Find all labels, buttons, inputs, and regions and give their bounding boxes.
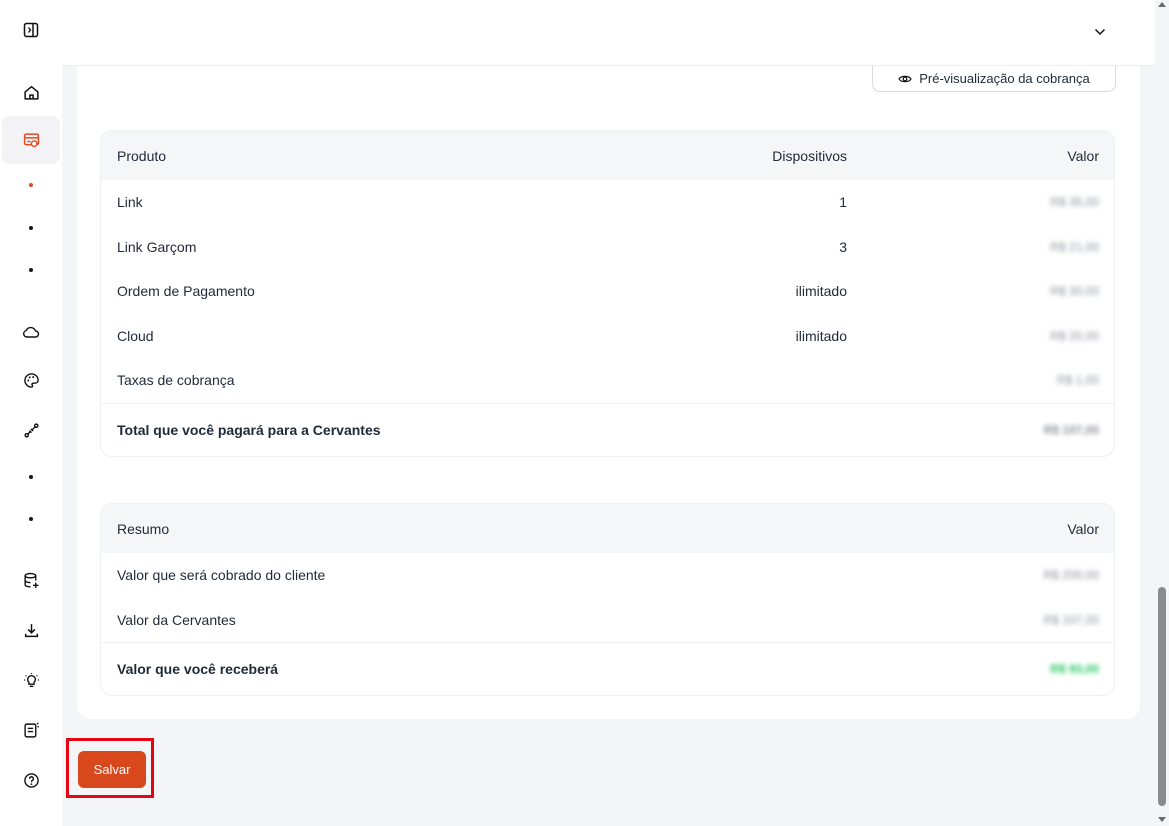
top-bar <box>62 0 1155 66</box>
report-icon[interactable] <box>0 708 62 752</box>
header-value: Valor <box>1067 147 1099 164</box>
preview-billing-button[interactable]: Pré-visualização da cobrança <box>872 66 1116 92</box>
scroll-up-arrow[interactable] <box>1158 2 1166 7</box>
header-devices: Dispositivos <box>772 147 847 164</box>
summary-value: R$ 107,00 <box>1043 612 1099 627</box>
billing-card: Pré-visualização da cobrança Produto Dis… <box>77 66 1140 719</box>
product-devices: ilimitado <box>795 283 847 300</box>
header-product: Produto <box>117 147 167 164</box>
chevron-down-icon[interactable] <box>1090 22 1110 42</box>
table-row: Cloud ilimitado R$ 20,00 <box>101 314 1114 359</box>
total-row: Total que você pagará para a Cervantes R… <box>101 402 1114 456</box>
table-row: Link Garçom 3 R$ 21,00 <box>101 225 1114 270</box>
total-label: Total que você pagará para a Cervantes <box>117 421 381 438</box>
integration-icon[interactable] <box>0 408 62 452</box>
table-row: Taxas de cobrança R$ 1,00 <box>101 358 1114 403</box>
summary-value: R$ 200,00 <box>1043 568 1099 583</box>
header-summary: Resumo <box>117 520 170 537</box>
product-devices: 3 <box>839 238 847 255</box>
cloud-icon[interactable] <box>0 310 62 354</box>
scroll-down-arrow[interactable] <box>1158 817 1166 822</box>
table-row: Valor da Cervantes R$ 107,00 <box>101 598 1114 643</box>
sidebar <box>0 0 62 826</box>
help-icon[interactable] <box>0 758 62 802</box>
total-row: Valor que você receberá R$ 93,00 <box>101 642 1114 695</box>
billing-icon[interactable] <box>2 116 60 164</box>
total-value: R$ 107,00 <box>1043 422 1099 437</box>
table-header: Resumo Valor <box>101 504 1114 553</box>
eye-icon <box>898 75 912 82</box>
submenu-dot[interactable] <box>29 183 33 187</box>
save-button[interactable]: Salvar <box>78 751 146 788</box>
database-add-icon[interactable] <box>0 558 62 602</box>
product-devices: 1 <box>839 194 847 211</box>
product-devices: ilimitado <box>795 327 847 344</box>
table-row: Valor que será cobrado do cliente R$ 200… <box>101 553 1114 598</box>
product-value: R$ 35,00 <box>1050 195 1099 210</box>
summary-label: Valor que será cobrado do cliente <box>117 567 326 584</box>
table-header: Produto Dispositivos Valor <box>101 131 1114 180</box>
submenu-dot[interactable] <box>29 517 33 521</box>
product-value: R$ 30,00 <box>1050 284 1099 299</box>
table-row: Link 1 R$ 35,00 <box>101 180 1114 225</box>
total-value: R$ 93,00 <box>1050 662 1099 676</box>
submenu-dot[interactable] <box>29 226 33 230</box>
lightbulb-icon[interactable] <box>0 658 62 702</box>
submenu-dot[interactable] <box>29 475 33 479</box>
product-name: Ordem de Pagamento <box>117 283 255 300</box>
home-icon[interactable] <box>0 70 62 114</box>
product-value: R$ 1,00 <box>1056 373 1099 388</box>
table-row: Ordem de Pagamento ilimitado R$ 30,00 <box>101 269 1114 314</box>
scrollbar[interactable] <box>1155 0 1169 826</box>
product-value: R$ 20,00 <box>1050 328 1099 343</box>
save-highlight-box: Salvar <box>66 738 154 798</box>
header-value: Valor <box>1067 520 1099 537</box>
scrollbar-thumb[interactable] <box>1158 587 1166 806</box>
preview-billing-label: Pré-visualização da cobrança <box>919 71 1090 86</box>
products-table: Produto Dispositivos Valor Link 1 R$ 35,… <box>100 130 1115 457</box>
submenu-dot[interactable] <box>29 268 33 272</box>
summary-table: Resumo Valor Valor que será cobrado do c… <box>100 503 1115 696</box>
product-name: Link Garçom <box>117 238 197 255</box>
product-name: Cloud <box>117 327 154 344</box>
panel-toggle-icon[interactable] <box>0 8 62 52</box>
summary-label: Valor da Cervantes <box>117 611 236 628</box>
product-name: Link <box>117 194 143 211</box>
product-name: Taxas de cobrança <box>117 372 235 389</box>
total-label: Valor que você receberá <box>117 661 279 677</box>
product-value: R$ 21,00 <box>1050 239 1099 254</box>
download-icon[interactable] <box>0 608 62 652</box>
palette-icon[interactable] <box>0 358 62 402</box>
